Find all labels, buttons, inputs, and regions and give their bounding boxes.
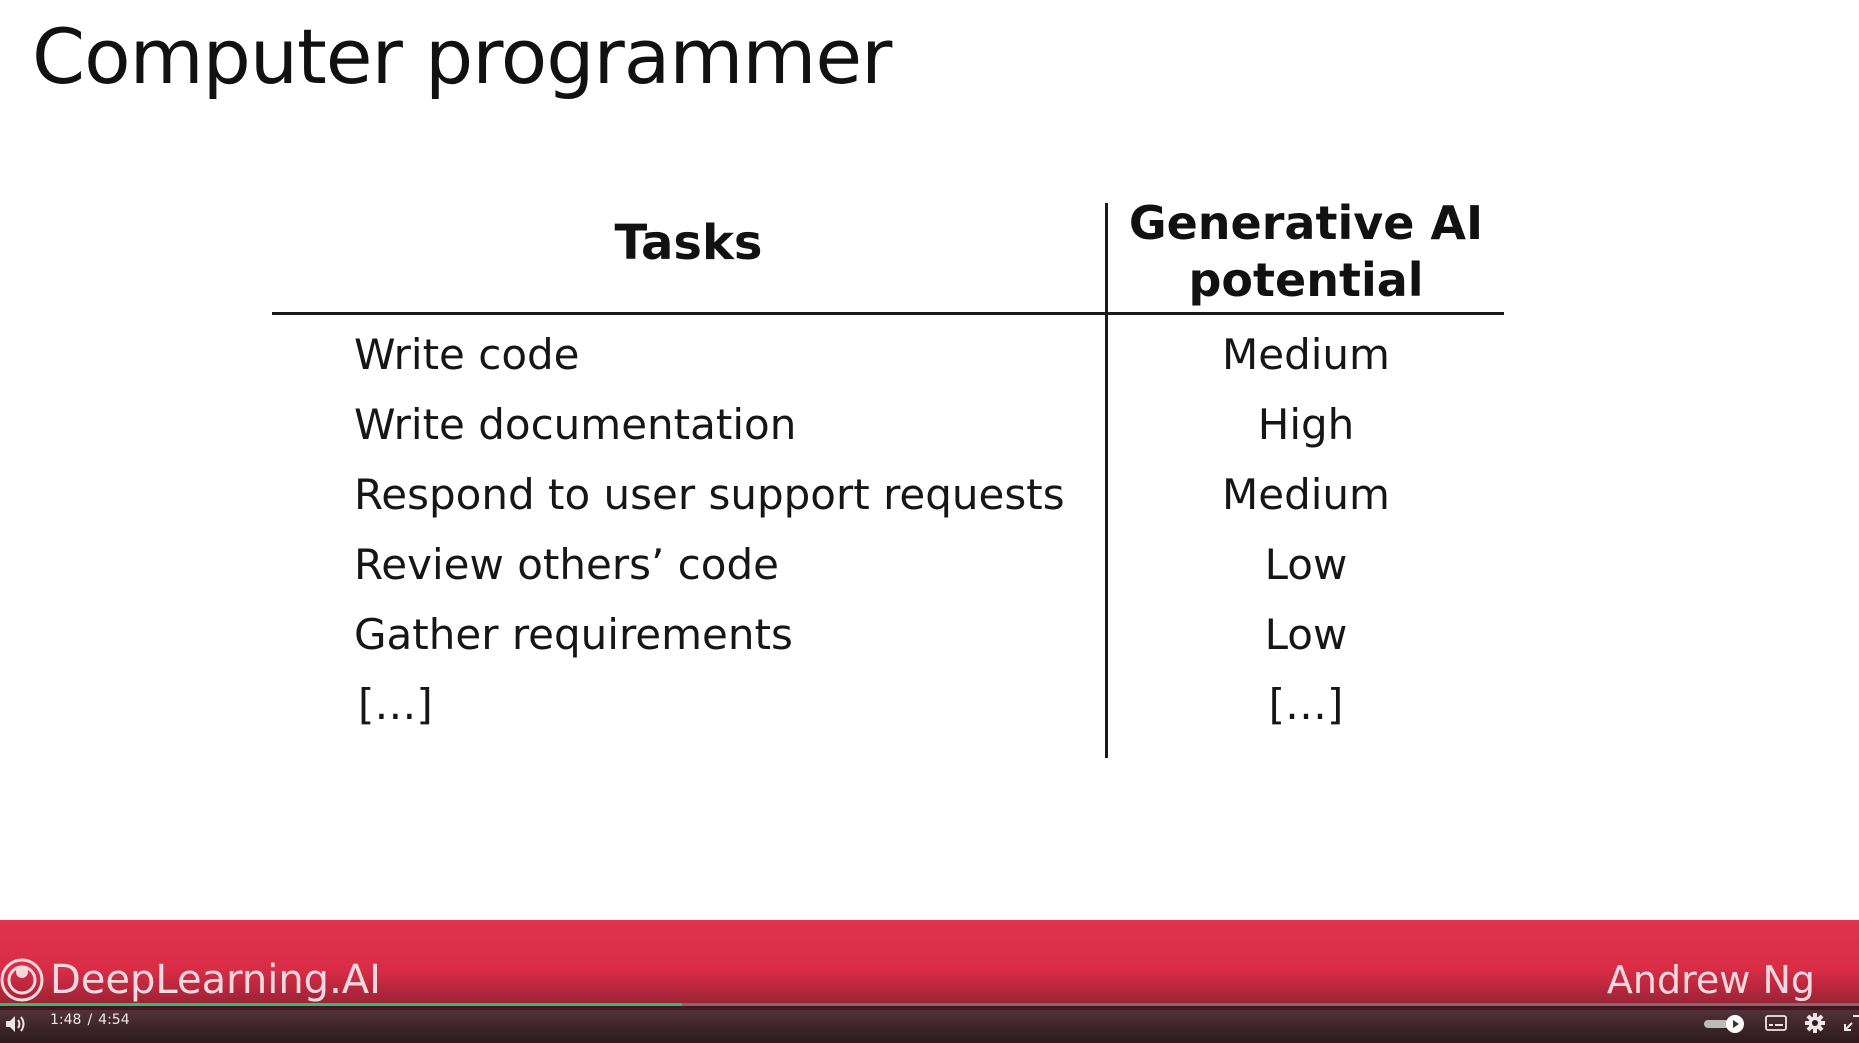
task-cell: Write documentation bbox=[354, 400, 797, 449]
potential-cell: […] bbox=[1268, 680, 1344, 729]
slide-title: Computer programmer bbox=[32, 12, 892, 101]
duration: 4:54 bbox=[98, 1012, 130, 1028]
table-row: Review others’ code Low bbox=[272, 530, 1504, 600]
current-time: 1:48 bbox=[50, 1012, 82, 1028]
task-table: Tasks Generative AI potential Write code… bbox=[272, 195, 1504, 765]
table-row: Gather requirements Low bbox=[272, 600, 1504, 670]
settings-gear-icon[interactable] bbox=[1804, 1012, 1826, 1034]
progress-bar[interactable] bbox=[0, 1003, 1859, 1006]
table-row: Respond to user support requests Medium bbox=[272, 460, 1504, 530]
task-cell: Respond to user support requests bbox=[354, 470, 1065, 519]
task-cell: Write code bbox=[354, 330, 580, 379]
potential-cell: Medium bbox=[1222, 470, 1390, 519]
captions-icon[interactable] bbox=[1765, 1015, 1787, 1031]
table-header-potential: Generative AI potential bbox=[1128, 196, 1484, 307]
fullscreen-icon[interactable] bbox=[1843, 1014, 1859, 1032]
progress-fill bbox=[0, 1003, 683, 1006]
table-header-tasks: Tasks bbox=[614, 215, 763, 271]
slide: Computer programmer Tasks Generative AI … bbox=[0, 0, 1859, 920]
deeplearning-logo-icon bbox=[0, 958, 44, 1002]
table-header-divider bbox=[272, 312, 1504, 315]
task-cell: Review others’ code bbox=[354, 540, 779, 589]
brand-name: DeepLearning.AI bbox=[50, 957, 381, 1003]
task-cell: […] bbox=[358, 680, 433, 729]
table-row: […] […] bbox=[272, 670, 1504, 740]
brand-logo: DeepLearning.AI bbox=[0, 955, 381, 1005]
time-display: 1:48/4:54 bbox=[50, 1012, 130, 1028]
volume-icon[interactable] bbox=[4, 1013, 28, 1035]
presenter-name: Andrew Ng bbox=[1606, 958, 1815, 1002]
video-controls: 1:48/4:54 bbox=[0, 1003, 1859, 1043]
table-row: Write code Medium bbox=[272, 320, 1504, 390]
potential-cell: Low bbox=[1264, 540, 1348, 589]
autoplay-toggle[interactable] bbox=[1700, 1015, 1746, 1033]
potential-cell: Low bbox=[1264, 610, 1348, 659]
potential-cell: High bbox=[1257, 400, 1355, 449]
potential-cell: Medium bbox=[1222, 330, 1390, 379]
table-row: Write documentation High bbox=[272, 390, 1504, 460]
play-icon bbox=[1726, 1015, 1744, 1033]
task-cell: Gather requirements bbox=[354, 610, 793, 659]
